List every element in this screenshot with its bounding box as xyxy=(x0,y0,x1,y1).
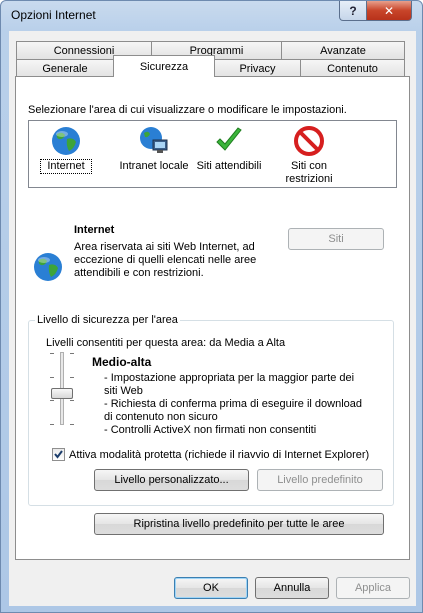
window-title: Opzioni Internet xyxy=(11,8,96,22)
level-bullet: - Richiesta di conferma prima di eseguir… xyxy=(104,398,363,423)
tab-sicurezza[interactable]: Sicurezza xyxy=(113,55,215,77)
cancel-button[interactable]: Annulla xyxy=(255,577,329,599)
apply-button[interactable]: Applica xyxy=(336,577,410,599)
zone-siti-con-restrizioni[interactable]: Siti con restrizioni xyxy=(279,121,339,186)
restricted-icon xyxy=(293,125,325,157)
slider-tick xyxy=(50,377,54,378)
reset-all-zones-button[interactable]: Ripristina livello predefinito per tutte… xyxy=(94,513,384,535)
slider-tick xyxy=(50,353,54,354)
zone-siti-attendibili[interactable]: Siti attendibili xyxy=(193,121,265,173)
tab-label: Contenuto xyxy=(327,62,378,75)
slider-tick xyxy=(70,424,74,425)
globe-icon xyxy=(50,125,82,157)
zone-intranet-locale[interactable]: Intranet locale xyxy=(114,121,194,173)
zone-label: Siti con restrizioni xyxy=(285,160,333,185)
tab-label: Connessioni xyxy=(53,44,115,57)
level-name: Medio-alta xyxy=(92,355,152,369)
dialog-window: Opzioni Internet ? ✕ Connessioni Program… xyxy=(0,0,423,613)
button-label: OK xyxy=(203,582,219,594)
dialog-client-area: Connessioni Programmi Avanzate Generale … xyxy=(9,31,416,606)
zone-label: Internet xyxy=(40,159,92,174)
tab-label: Avanzate xyxy=(320,44,366,57)
intranet-globe-icon xyxy=(138,125,170,157)
checkmark-icon xyxy=(213,125,245,157)
globe-icon xyxy=(32,251,64,283)
tab-label: Privacy xyxy=(239,62,276,75)
zone-internet[interactable]: Internet xyxy=(40,121,92,174)
protected-mode-checkbox[interactable] xyxy=(52,448,65,461)
security-level-slider-thumb[interactable] xyxy=(51,388,73,399)
button-label: Applica xyxy=(354,582,392,594)
level-bullets: - Impostazione appropriata per la maggio… xyxy=(104,372,369,437)
ok-button[interactable]: OK xyxy=(174,577,248,599)
tab-label: Sicurezza xyxy=(139,60,189,73)
help-icon: ? xyxy=(349,3,357,18)
button-label: Annulla xyxy=(273,582,311,594)
custom-level-button[interactable]: Livello personalizzato... xyxy=(94,469,249,491)
security-panel: Selezionare l'area di cui visualizzare o… xyxy=(15,76,410,560)
checkmark-icon xyxy=(54,450,63,459)
zone-list: Internet Intranet locale Siti attendibil… xyxy=(28,120,397,188)
zone-description: Area riservata ai siti Web Internet, ad … xyxy=(74,241,257,279)
group-legend: Livello di sicurezza per l'area xyxy=(35,314,180,326)
zones-prompt: Selezionare l'area di cui visualizzare o… xyxy=(28,104,347,116)
tab-avanzate[interactable]: Avanzate xyxy=(281,41,405,60)
zone-label: Siti attendibili xyxy=(196,160,262,172)
button-label: Livello predefinito xyxy=(277,474,363,486)
slider-tick xyxy=(70,400,74,401)
button-label: Livello personalizzato... xyxy=(114,474,229,486)
title-bar[interactable]: Opzioni Internet ? ✕ xyxy=(1,1,422,31)
level-bullet: - Impostazione appropriata per la maggio… xyxy=(104,372,355,397)
sites-button[interactable]: Siti xyxy=(288,228,384,250)
slider-tick xyxy=(70,377,74,378)
protected-mode-label[interactable]: Attiva modalità protetta (richiede il ri… xyxy=(69,449,369,461)
level-bullet: - Controlli ActiveX non firmati non cons… xyxy=(104,424,317,436)
button-label: Ripristina livello predefinito per tutte… xyxy=(133,518,345,530)
allowed-levels-text: Livelli consentiti per questa area: da M… xyxy=(46,337,286,349)
slider-tick xyxy=(50,424,54,425)
slider-tick xyxy=(70,353,74,354)
close-icon: ✕ xyxy=(383,3,395,18)
button-label: Siti xyxy=(328,233,344,245)
zone-label: Intranet locale xyxy=(119,160,189,172)
help-button[interactable]: ? xyxy=(339,1,367,21)
slider-tick xyxy=(50,400,54,401)
close-button[interactable]: ✕ xyxy=(366,1,412,21)
tab-label: Generale xyxy=(42,62,88,75)
zone-title: Internet xyxy=(74,224,115,236)
default-level-button[interactable]: Livello predefinito xyxy=(257,469,383,491)
